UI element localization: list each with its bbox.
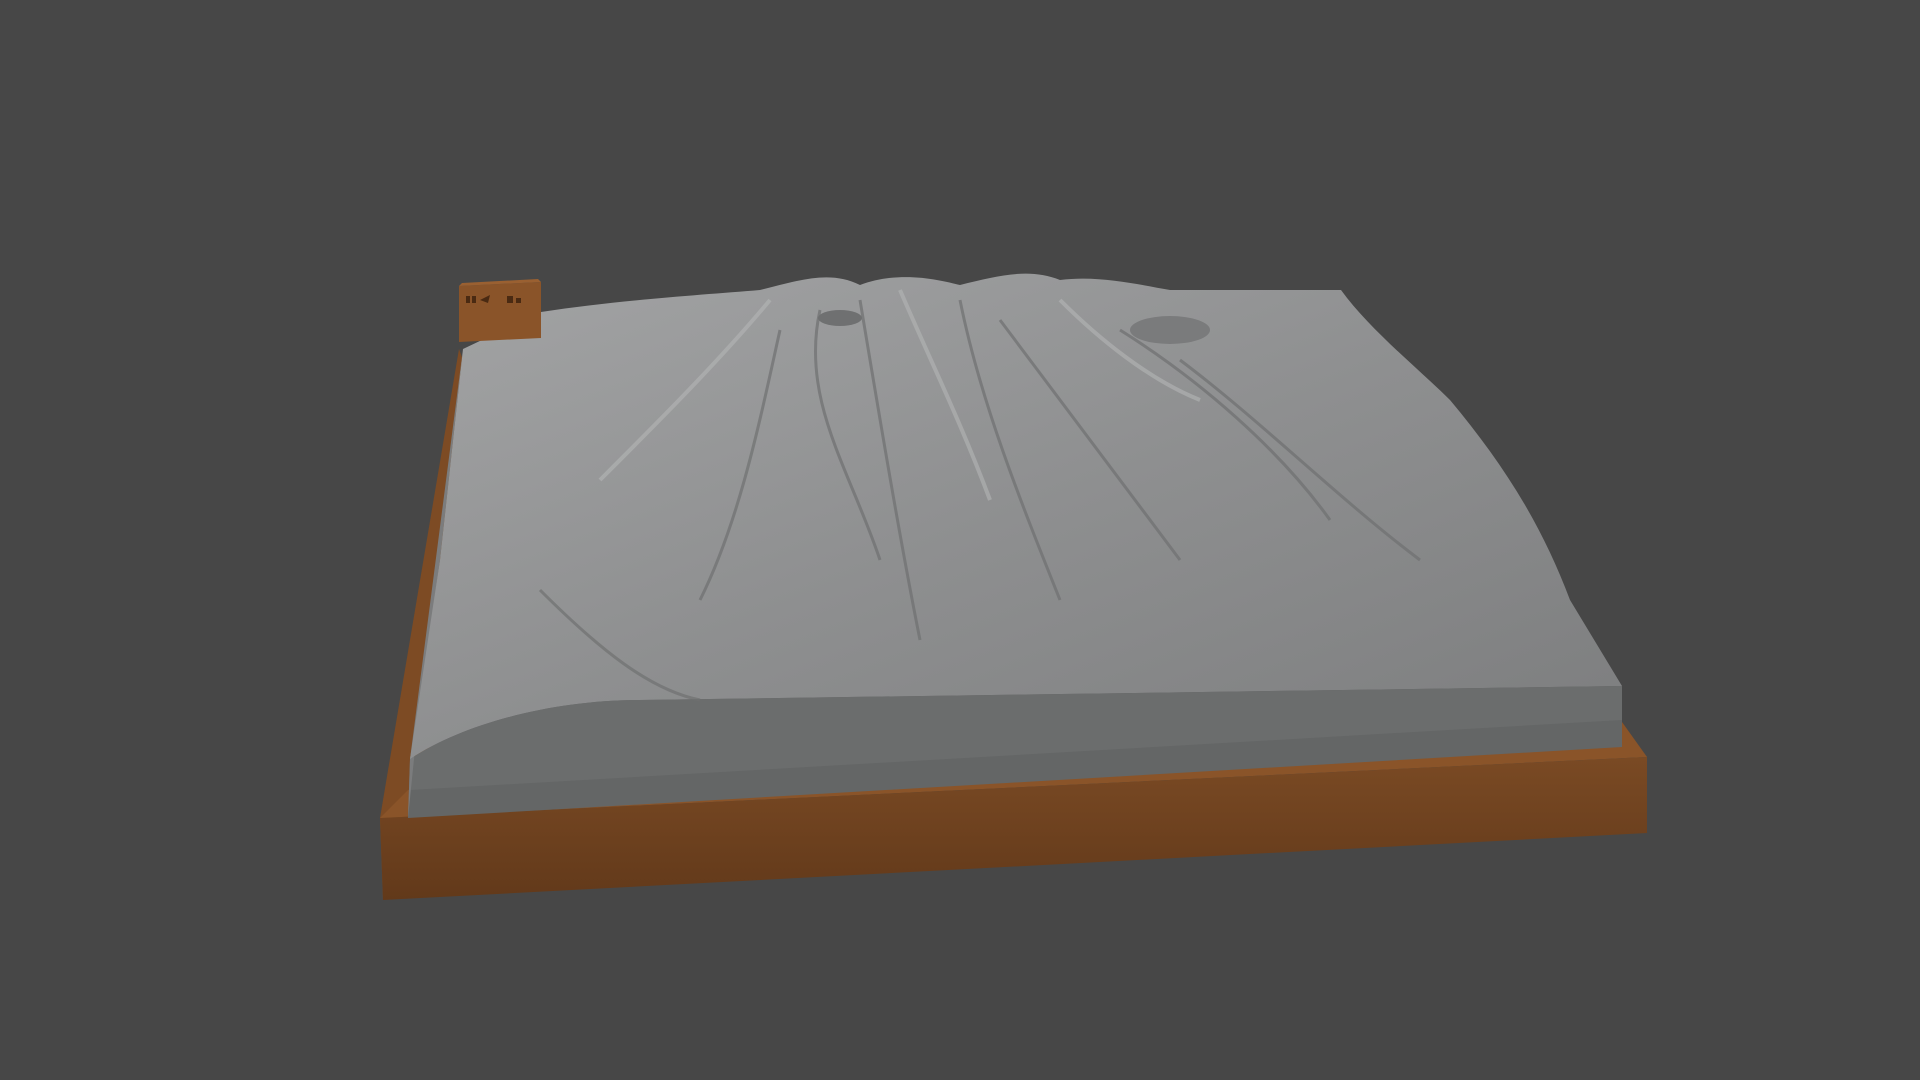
terrain-surface	[410, 273, 1622, 759]
label-block	[459, 279, 541, 342]
3d-viewport[interactable]	[0, 0, 1920, 1080]
crater-right	[1130, 316, 1210, 344]
label-block-front	[459, 282, 541, 342]
crater-left	[818, 310, 862, 326]
terrain-model	[408, 273, 1622, 818]
